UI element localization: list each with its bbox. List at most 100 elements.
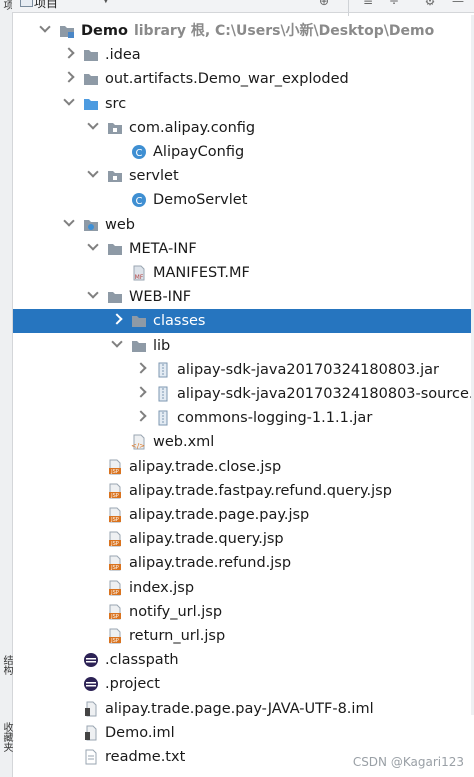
svg-text:JSP: JSP xyxy=(110,614,119,620)
side-tab-project[interactable]: 项 xyxy=(0,0,12,10)
jar-icon xyxy=(155,386,171,402)
svg-text:JSP: JSP xyxy=(110,541,119,547)
gear-icon[interactable]: ⚙ xyxy=(424,0,436,7)
chevron-down-icon[interactable] xyxy=(87,118,99,130)
tree-row[interactable]: alipay-sdk-java20170324180803.jar xyxy=(13,358,474,382)
tree-row[interactable]: .project xyxy=(13,672,474,696)
chevron-down-icon[interactable] xyxy=(39,21,51,33)
watermark: CSDN @Kagari123 xyxy=(352,755,464,769)
tree-item-label: notify_url.jsp xyxy=(129,603,223,620)
project-view-icon xyxy=(20,0,33,7)
svg-text:C: C xyxy=(136,148,143,159)
chevron-right-icon[interactable] xyxy=(111,313,123,326)
chevron-right-icon[interactable] xyxy=(63,47,75,59)
tree-row[interactable]: Demo library 根, C:\Users\小新\Desktop\Demo xyxy=(13,19,474,43)
folder-icon xyxy=(131,313,147,329)
tree-item-label: alipay.trade.page.pay.jsp xyxy=(129,507,310,523)
tree-row[interactable]: Demo.iml xyxy=(13,721,474,745)
tree-item-label: out.artifacts.Demo_war_exploded xyxy=(105,71,349,88)
svg-text:JSP: JSP xyxy=(110,493,119,499)
package-icon xyxy=(107,168,123,184)
tree-row[interactable]: JSP notify_url.jsp xyxy=(13,600,474,624)
tree-row[interactable]: C AlipayConfig xyxy=(13,140,474,164)
locate-icon[interactable]: ⊕ xyxy=(318,0,330,7)
tree-item-label: .project xyxy=(105,676,160,693)
svg-text:C: C xyxy=(136,196,143,207)
tree-row[interactable]: classes xyxy=(13,309,474,334)
tree-row[interactable]: out.artifacts.Demo_war_exploded xyxy=(13,67,474,91)
tree-row[interactable]: src xyxy=(13,92,474,116)
tree-row[interactable]: lib xyxy=(13,334,474,358)
tree-row[interactable]: alipay-sdk-java20170324180803-source.jar xyxy=(13,382,474,406)
svg-text:JSP: JSP xyxy=(110,517,119,523)
web-folder-icon xyxy=(83,217,99,233)
tree-row[interactable]: MF MANIFEST.MF xyxy=(13,261,474,285)
tree-item-label: readme.txt xyxy=(105,749,186,765)
tree-row[interactable]: JSP alipay.trade.query.jsp xyxy=(13,527,474,551)
chevron-right-icon[interactable] xyxy=(135,386,147,398)
tree-item-label: src xyxy=(105,95,127,112)
tree-row[interactable]: servlet xyxy=(13,164,474,188)
tree-item-label: web.xml xyxy=(153,434,215,451)
side-tab-structure[interactable]: 结构 xyxy=(0,655,12,675)
tree-row[interactable]: web xyxy=(13,213,474,237)
tree-item-label: com.alipay.config xyxy=(129,119,256,136)
tree-row[interactable]: JSP index.jsp xyxy=(13,576,474,600)
chevron-down-icon[interactable] xyxy=(63,93,75,106)
tree-row[interactable]: com.alipay.config xyxy=(13,116,474,140)
tree-item-label: WEB-INF xyxy=(129,289,192,306)
chevron-right-icon[interactable] xyxy=(63,71,75,84)
chevron-down-icon[interactable] xyxy=(87,287,99,299)
tree-item-label: .idea xyxy=(105,47,141,64)
tree-item-label: .classpath xyxy=(105,652,179,669)
tree-item-label: alipay.trade.refund.jsp xyxy=(129,555,292,572)
tree-item-label: alipay.trade.page.pay-JAVA-UTF-8.iml xyxy=(105,700,374,717)
jar-icon xyxy=(155,410,171,426)
tree-item-label: commons-logging-1.1.1.jar xyxy=(177,410,373,427)
jsp-file-icon: JSP xyxy=(107,628,123,644)
svg-text:MF: MF xyxy=(135,274,144,281)
jsp-file-icon: JSP xyxy=(107,483,123,499)
tree-row[interactable]: </> web.xml xyxy=(13,430,474,454)
tree-item-label: Demo library 根, C:\Users\小新\Desktop\Demo xyxy=(81,23,435,39)
tree-row[interactable]: C DemoServlet xyxy=(13,188,474,212)
eclipse-file-icon xyxy=(83,652,99,668)
svg-text:</>: </> xyxy=(131,442,145,450)
tree-row[interactable]: JSP alipay.trade.page.pay.jsp xyxy=(13,503,474,527)
chevron-down-icon[interactable] xyxy=(111,335,123,348)
tree-row[interactable]: JSP return_url.jsp xyxy=(13,624,474,648)
chevron-down-icon[interactable] xyxy=(63,214,75,227)
tree-item-label: return_url.jsp xyxy=(129,628,226,644)
tree-row[interactable]: JSP alipay.trade.close.jsp xyxy=(13,455,474,479)
tree-row[interactable]: commons-logging-1.1.1.jar xyxy=(13,406,474,430)
chevron-down-icon[interactable] xyxy=(87,239,99,251)
tree-row[interactable]: alipay.trade.page.pay-JAVA-UTF-8.iml xyxy=(13,697,474,721)
tree-item-label: servlet xyxy=(129,168,179,185)
expand-all-icon[interactable]: ÷ xyxy=(388,0,400,7)
tree-row[interactable]: JSP alipay.trade.refund.jsp xyxy=(13,551,474,575)
xml-file-icon: </> xyxy=(131,434,147,450)
side-tab-favorites[interactable]: 收藏夹 xyxy=(0,722,12,752)
tree-item-label: alipay-sdk-java20170324180803-source.jar xyxy=(177,386,474,402)
tree-item-label: META-INF xyxy=(129,240,197,257)
chevron-down-icon[interactable]: ▼ xyxy=(102,0,110,5)
tree-item-label: lib xyxy=(153,337,171,354)
chevron-right-icon[interactable] xyxy=(135,362,147,374)
tree-item-label: classes xyxy=(153,313,206,330)
collapse-all-icon[interactable]: ≡ xyxy=(362,0,374,7)
project-view-label[interactable]: 项目 xyxy=(34,0,58,11)
manifest-file-icon: MF xyxy=(131,265,147,281)
tree-item-label: alipay-sdk-java20170324180803.jar xyxy=(177,361,439,378)
tree-row[interactable]: JSP alipay.trade.fastpay.refund.query.jsp xyxy=(13,479,474,503)
tree-row[interactable]: .idea xyxy=(13,43,474,67)
chevron-right-icon[interactable] xyxy=(135,410,147,422)
iml-file-icon xyxy=(83,701,99,717)
tree-row[interactable]: .classpath xyxy=(13,648,474,672)
tree-row[interactable]: WEB-INF xyxy=(13,285,474,309)
tree-row[interactable]: META-INF xyxy=(13,237,474,261)
tree-item-label: index.jsp xyxy=(129,579,195,596)
hide-panel-icon[interactable]: — xyxy=(452,0,464,7)
svg-text:JSP: JSP xyxy=(110,469,119,475)
jsp-file-icon: JSP xyxy=(107,555,123,571)
chevron-down-icon[interactable] xyxy=(87,166,99,178)
